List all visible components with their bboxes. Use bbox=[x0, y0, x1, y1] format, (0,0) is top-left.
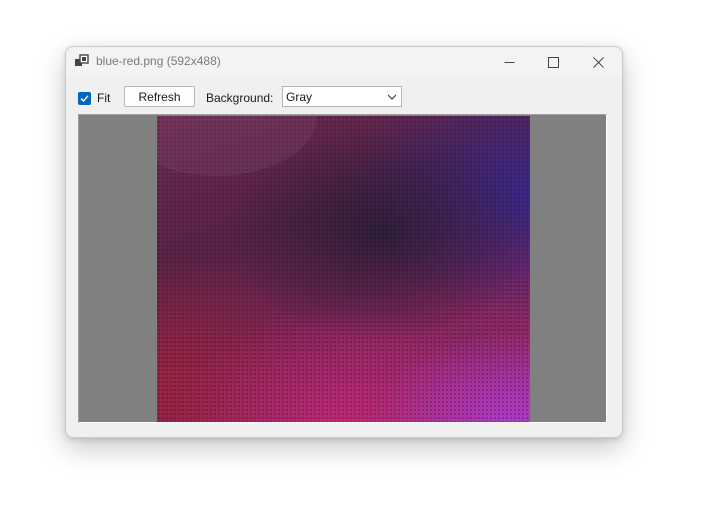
maximize-button[interactable] bbox=[531, 47, 575, 77]
chevron-down-icon bbox=[387, 94, 397, 100]
minimize-button[interactable] bbox=[487, 47, 531, 77]
app-icon bbox=[75, 54, 89, 66]
background-label: Background: bbox=[206, 91, 274, 105]
maximize-icon bbox=[547, 56, 559, 68]
refresh-button[interactable]: Refresh bbox=[124, 86, 195, 107]
image-viewer-window: blue-red.png (592x488) Fit Refresh Backg… bbox=[65, 46, 623, 438]
image-viewport[interactable] bbox=[78, 114, 607, 423]
minimize-icon bbox=[504, 61, 514, 63]
toolbar: Fit Refresh Background: Gray bbox=[66, 77, 622, 115]
background-select[interactable]: Gray bbox=[282, 86, 402, 107]
close-icon bbox=[592, 56, 604, 68]
title-bar[interactable]: blue-red.png (592x488) bbox=[66, 47, 622, 77]
displayed-image bbox=[157, 116, 530, 422]
background-select-value: Gray bbox=[286, 90, 313, 104]
fit-checkbox[interactable] bbox=[78, 92, 91, 105]
close-button[interactable] bbox=[576, 47, 620, 77]
window-title: blue-red.png (592x488) bbox=[96, 54, 221, 68]
fit-label[interactable]: Fit bbox=[97, 91, 110, 105]
checkmark-icon bbox=[80, 95, 89, 103]
